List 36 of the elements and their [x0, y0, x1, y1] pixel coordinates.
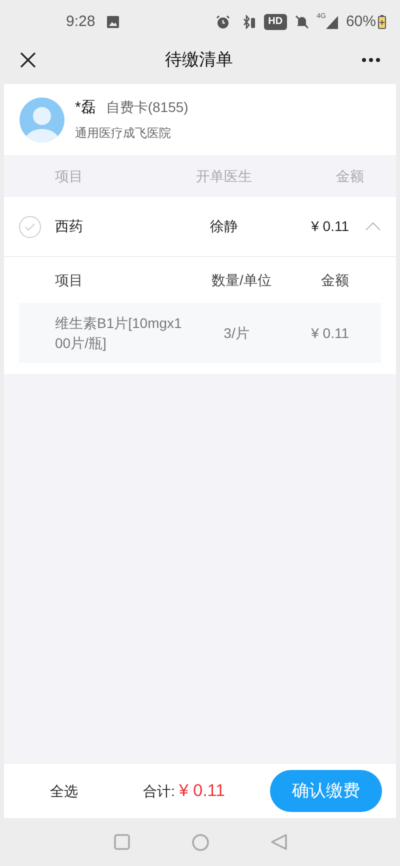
item-amount: ¥ 0.11: [310, 324, 349, 342]
more-icon[interactable]: [362, 58, 380, 62]
hospital-name: 通用医疗成飞医院: [75, 124, 172, 142]
item-name: 维生素B1片[10mgx100片/瓶]: [54, 314, 183, 353]
item-quantity: 3/片: [222, 324, 250, 342]
column-header: 金额: [335, 166, 364, 186]
confirm-pay-button[interactable]: 确认缴费: [270, 770, 382, 812]
image-icon: [107, 16, 120, 28]
chevron-up-icon[interactable]: [364, 222, 380, 231]
patient-name: *磊: [75, 98, 96, 118]
signal-icon: [326, 16, 338, 28]
select-all-label: 全选: [49, 782, 79, 800]
column-header: 开单医生: [195, 166, 253, 186]
checkbox[interactable]: [18, 216, 40, 238]
column-header: 数量/单位: [210, 270, 272, 290]
bell-muted-icon: [294, 15, 309, 29]
back-icon[interactable]: [270, 834, 286, 850]
alarm-icon: [216, 15, 230, 29]
doctor-name: 徐静: [209, 217, 239, 236]
battery-icon: [378, 15, 386, 29]
status-time: 9:28: [66, 12, 96, 32]
group-amount: ¥ 0.11: [310, 217, 349, 236]
group-name: 西药: [55, 217, 84, 236]
column-header: 金额: [320, 270, 349, 290]
recents-icon[interactable]: [114, 834, 130, 850]
nav-title: 待缴清单: [164, 49, 234, 72]
bluetooth-icon: [242, 15, 256, 29]
total-label: 合计:: [143, 782, 175, 802]
hd-badge: HD: [264, 14, 287, 30]
battery-percent: 60%: [346, 12, 376, 32]
close-icon[interactable]: [20, 52, 36, 68]
home-icon[interactable]: [192, 834, 208, 850]
column-header: 项目: [54, 166, 84, 186]
card-number: 自费卡(8155): [106, 98, 188, 118]
column-header: 项目: [54, 270, 84, 290]
total-amount: ¥ 0.11: [178, 780, 225, 802]
